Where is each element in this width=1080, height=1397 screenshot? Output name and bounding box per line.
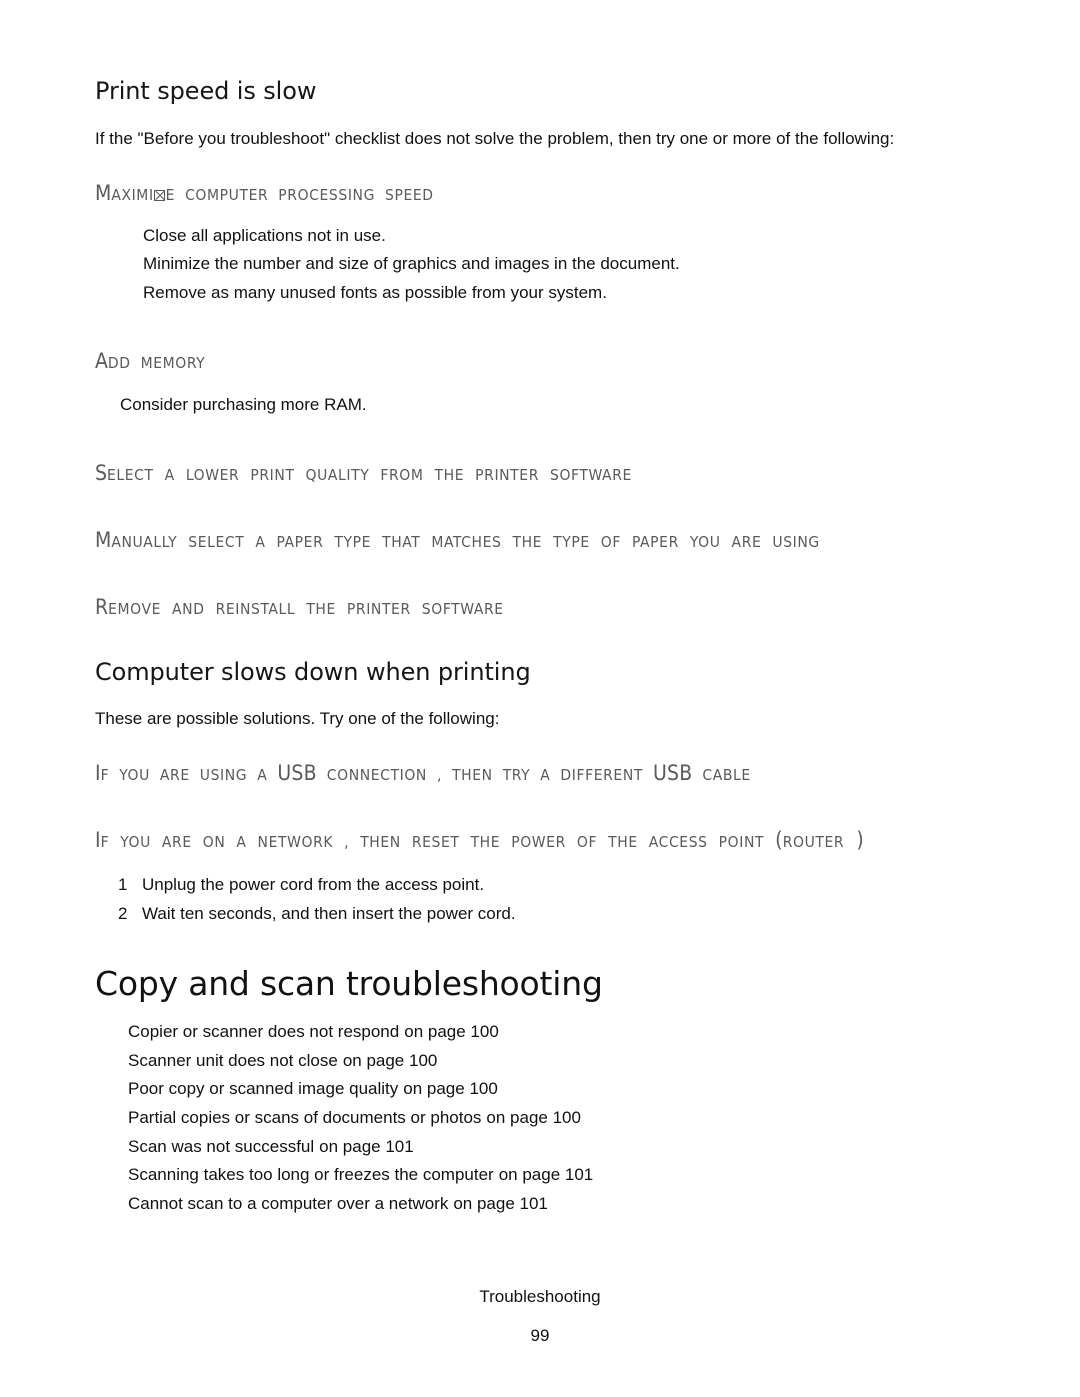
step-text: Wait ten seconds, and then insert the po… [142, 903, 516, 923]
procedure-heading-network-reset-access-point: IF YOU ARE ON A NETWORK , THEN RESET THE… [95, 828, 980, 853]
xref-page-reference: on page 100 [404, 1022, 499, 1042]
procedure-heading-usb-term-1: USB [277, 761, 317, 786]
procedure-heading-text: DD MEMORY [107, 354, 206, 373]
procedure-heading-text: ELECT A LOWER PRINT QUALITY FROM THE PRI… [107, 466, 632, 485]
procedure-heading-text-part1: F YOU ARE USING A [100, 766, 278, 785]
list-item: Minimize the number and size of graphics… [143, 254, 680, 274]
list-item: Close all applications not in use. [143, 225, 386, 245]
step-text: Unplug the power cord from the access po… [142, 874, 485, 894]
procedure-heading-paren-open: ( [775, 828, 783, 853]
step-number: 2 [118, 903, 128, 923]
procedure-heading-usb-connection: IF YOU ARE USING A USB CONNECTION , THEN… [95, 761, 980, 786]
procedure-heading-text-part2: CONNECTION , THEN TRY A DIFFERENT [316, 766, 653, 785]
procedure-heading-dropcap: S [95, 461, 107, 486]
list-item: 1 Unplug the power cord from the access p… [118, 870, 980, 899]
section-title-copy-scan-troubleshooting: Copy and scan troubleshooting [95, 964, 603, 1004]
procedure-heading-paren-close: ) [844, 828, 864, 853]
xref-link-label[interactable]: Scanning takes too long or freezes the c… [128, 1165, 494, 1184]
xref-link-label[interactable]: Poor copy or scanned image quality [128, 1079, 398, 1098]
procedure-heading-text: EMOVE AND REINSTALL THE PRINTER SOFTWARE [108, 600, 504, 619]
xref-link-label[interactable]: Scan was not successful [128, 1137, 314, 1156]
xref-page-reference: on page 101 [498, 1165, 594, 1185]
procedure-heading-select-lower-print-quality: SELECT A LOWER PRINT QUALITY FROM THE PR… [95, 461, 980, 486]
document-page: Print speed is slow If the "Before you t… [0, 0, 1080, 1397]
step-number: 1 [118, 874, 128, 894]
procedure-heading-add-memory: ADD MEMORY [95, 349, 980, 374]
footer-page-number: 99 [530, 1326, 550, 1345]
procedure-heading-text-part1: AXIMI [111, 185, 154, 204]
procedure-heading-text-part1: F YOU ARE ON A NETWORK , THEN RESET THE … [100, 833, 776, 852]
missing-glyph-box-icon [154, 189, 166, 201]
procedure-heading-remove-reinstall-printer-software: REMOVE AND REINSTALL THE PRINTER SOFTWAR… [95, 595, 980, 620]
topic-intro-computer-slows: These are possible solutions. Try one of… [95, 709, 500, 729]
procedure-heading-router-term: ROUTER [782, 833, 845, 852]
list-item[interactable]: Partial copies or scans of documents or … [128, 1104, 980, 1133]
xref-page-reference: on page 101 [319, 1136, 414, 1156]
topic-title-computer-slows: Computer slows down when printing [95, 657, 531, 686]
procedure-heading-dropcap: R [95, 595, 109, 620]
topic-title-print-speed: Print speed is slow [95, 77, 317, 105]
footer-section-name: Troubleshooting [479, 1287, 601, 1306]
procedure-heading-text-part2: E COMPUTER PROCESSING SPEED [165, 185, 434, 204]
list-item[interactable]: Scan was not successful on page 101 [128, 1133, 980, 1162]
list-item: Remove as many unused fonts as possible … [143, 282, 607, 302]
procedure-heading-usb-term-2: USB [652, 761, 693, 786]
page-footer: Troubleshooting 99 [0, 1288, 1080, 1344]
procedure-steps-maximize: Close all applications not in use. Minim… [143, 222, 980, 308]
list-item[interactable]: Scanner unit does not close on page 100 [128, 1047, 980, 1076]
procedure-steps-add-memory: Consider purchasing more RAM. [120, 391, 980, 420]
list-item[interactable]: Poor copy or scanned image quality on pag… [128, 1075, 980, 1104]
xref-page-reference: on page 100 [403, 1079, 498, 1099]
xref-link-label[interactable]: Cannot scan to a computer over a network [128, 1194, 448, 1213]
procedure-heading-text: ANUALLY SELECT A PAPER TYPE THAT MATCHES… [111, 533, 820, 552]
list-item: 2 Wait ten seconds, and then insert the p… [118, 899, 980, 928]
procedure-heading-dropcap: A [95, 349, 108, 374]
xref-page-reference: on page 101 [453, 1193, 548, 1213]
procedure-heading-maximize-computer-processing-speed: MAXIMI E COMPUTER PROCESSING SPEED [95, 181, 980, 206]
list-item[interactable]: Cannot scan to a computer over a network… [128, 1190, 980, 1219]
xref-page-reference: on page 100 [342, 1050, 438, 1070]
xref-link-label[interactable]: Scanner unit does not close [128, 1051, 338, 1070]
topic-intro-print-speed: If the "Before you troubleshoot" checkli… [95, 128, 895, 148]
procedure-heading-dropcap: M [95, 180, 112, 205]
list-item[interactable]: Copier or scanner does not respond on pag… [128, 1018, 980, 1047]
xref-link-label[interactable]: Copier or scanner does not respond [128, 1022, 399, 1041]
numbered-steps-network-reset: 1 Unplug the power cord from the access p… [118, 870, 980, 928]
procedure-heading-text-part3: CABLE [692, 766, 751, 785]
cross-reference-list: Copier or scanner does not respond on pag… [128, 1018, 980, 1218]
xref-link-label[interactable]: Partial copies or scans of documents or … [128, 1108, 481, 1127]
xref-page-reference: on page 100 [486, 1107, 581, 1127]
list-item: Consider purchasing more RAM. [120, 394, 367, 414]
procedure-heading-manually-select-paper-type: MANUALLY SELECT A PAPER TYPE THAT MATCHE… [95, 528, 980, 553]
page-content: Print speed is slow If the "Before you t… [95, 77, 980, 1218]
procedure-heading-dropcap: M [95, 528, 112, 553]
list-item[interactable]: Scanning takes too long or freezes the c… [128, 1161, 980, 1190]
